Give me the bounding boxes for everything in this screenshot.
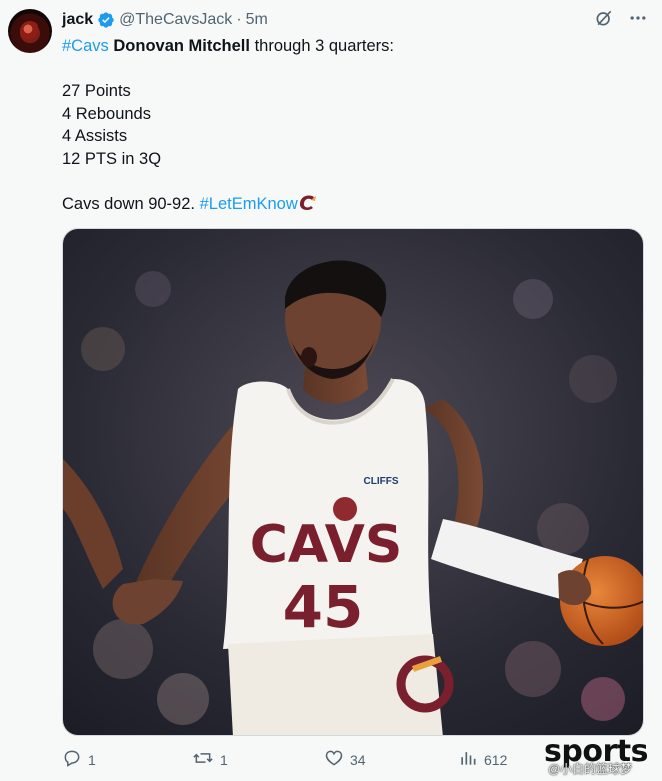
reply-button[interactable]: 1 bbox=[62, 748, 96, 771]
jersey-team-text: CAVS bbox=[250, 515, 403, 575]
stat-line: 27 Points bbox=[62, 82, 131, 100]
repost-icon bbox=[192, 748, 214, 771]
jersey-number-text: 45 bbox=[283, 573, 364, 641]
cavs-logo-icon bbox=[298, 194, 318, 219]
tweet-text: #Cavs Donovan Mitchell through 3 quarter… bbox=[62, 35, 642, 215]
hashtag-cavs[interactable]: #Cavs bbox=[62, 37, 109, 55]
tweet-top-actions bbox=[594, 8, 648, 28]
reply-count: 1 bbox=[88, 751, 96, 768]
like-count: 34 bbox=[350, 751, 366, 768]
stat-line: 12 PTS in 3Q bbox=[62, 149, 162, 168]
like-icon bbox=[324, 748, 344, 771]
tweet-line-1-rest: through 3 quarters: bbox=[254, 37, 394, 55]
tweet-card[interactable]: jack @TheCavsJack · 5m #Cavs Donovan Mit… bbox=[0, 0, 662, 781]
repost-button[interactable]: 1 bbox=[192, 748, 228, 771]
watermark-caption: @小白的篮球梦 bbox=[548, 762, 633, 776]
watermark: sports @小白的篮球梦 bbox=[544, 734, 656, 778]
avatar[interactable] bbox=[8, 9, 52, 53]
views-button[interactable]: 612 bbox=[458, 748, 507, 771]
views-icon bbox=[458, 748, 478, 771]
score-text: Cavs down 90-92. bbox=[62, 194, 195, 213]
author-name[interactable]: jack bbox=[62, 11, 93, 29]
stat-line: 4 Rebounds bbox=[62, 104, 151, 123]
verified-badge-icon bbox=[97, 11, 115, 29]
jersey-sponsor-text: CLIFFS bbox=[364, 476, 399, 487]
views-count: 612 bbox=[484, 751, 508, 768]
player-name: Donovan Mitchell bbox=[113, 37, 250, 55]
grok-icon[interactable] bbox=[594, 8, 614, 28]
reply-icon bbox=[62, 748, 82, 771]
separator-dot: · bbox=[236, 11, 242, 28]
tweet-photo[interactable]: CAVS 45 CLIFFS bbox=[62, 228, 644, 736]
more-icon[interactable] bbox=[628, 8, 648, 28]
stat-line: 4 Assists bbox=[62, 127, 128, 145]
hashtag-letemknow[interactable]: #LetEmKnow bbox=[200, 195, 298, 213]
like-button[interactable]: 34 bbox=[324, 748, 366, 771]
tweet-timestamp[interactable]: 5m bbox=[246, 11, 268, 29]
tweet-line-1: #Cavs Donovan Mitchell through 3 quarter… bbox=[62, 35, 642, 58]
repost-count: 1 bbox=[220, 751, 228, 768]
tweet-closing-line: Cavs down 90-92. #LetEmKnow bbox=[62, 193, 642, 216]
tweet-header: jack @TheCavsJack · 5m bbox=[62, 9, 268, 31]
author-handle[interactable]: @TheCavsJack bbox=[119, 11, 232, 29]
